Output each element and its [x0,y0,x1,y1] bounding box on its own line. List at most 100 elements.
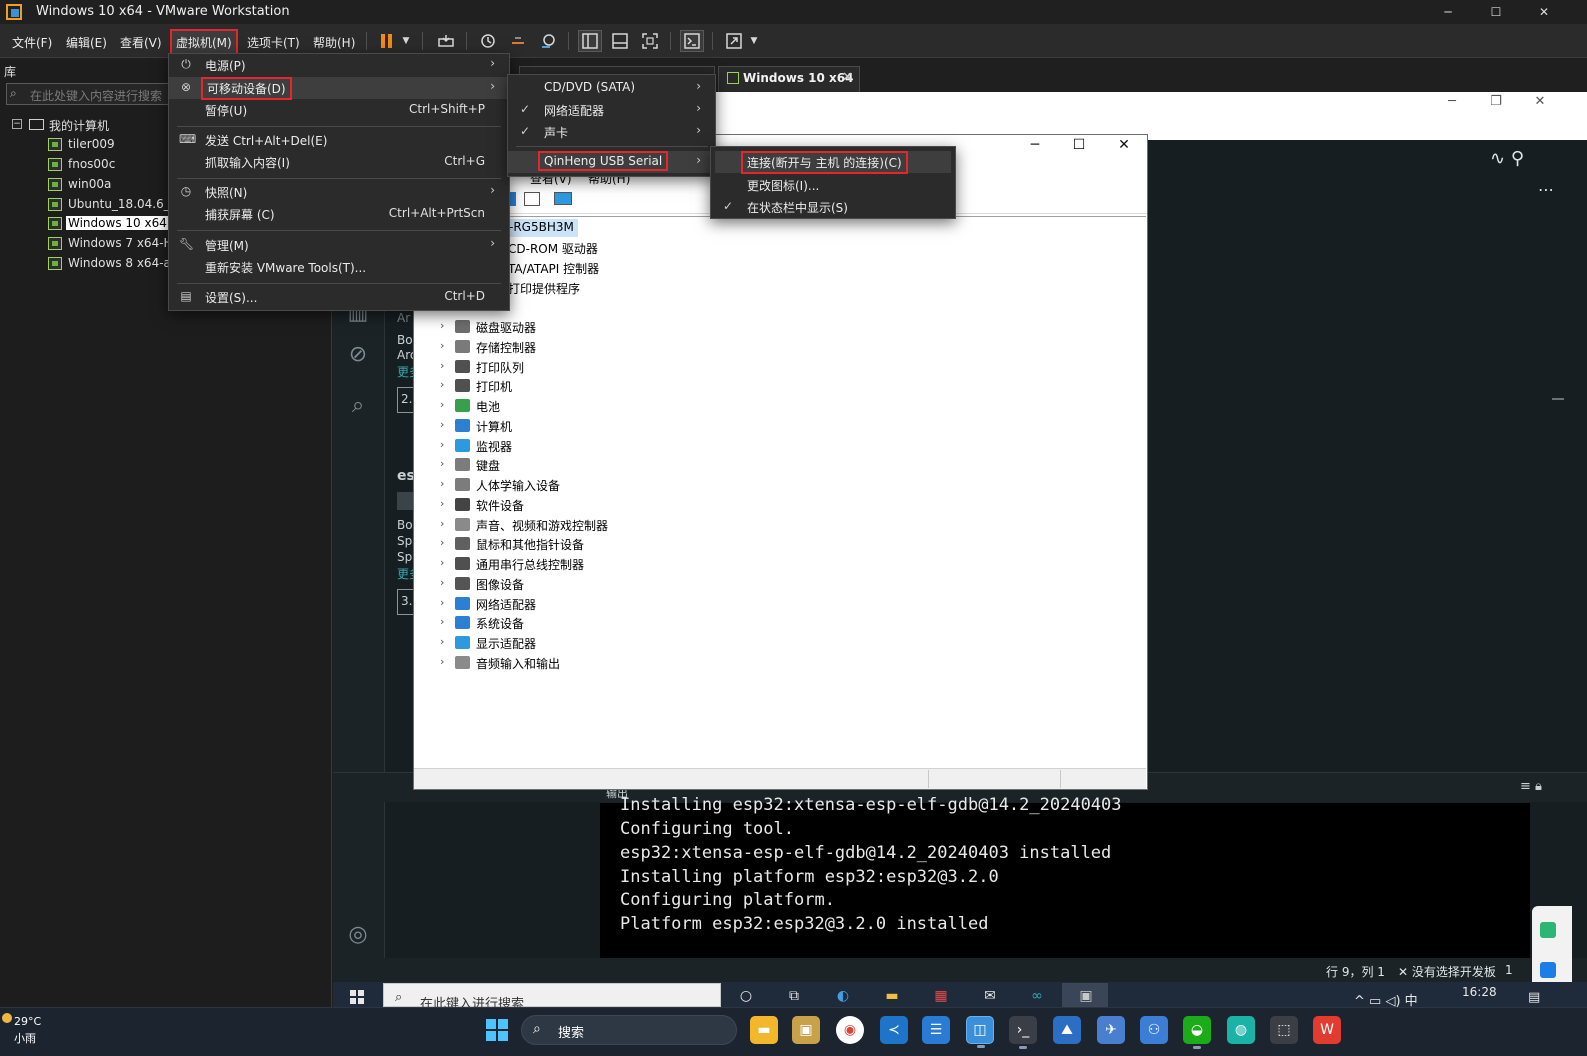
expand-chevron-icon[interactable]: › [440,319,444,332]
scan-hardware-icon[interactable] [524,192,540,206]
weather-temperature[interactable]: 29°C [14,1015,41,1028]
dm-close-button[interactable]: ✕ [1104,137,1144,159]
menu-item-qinheng-usb-serial[interactable]: QinHeng USB Serial › [508,151,715,173]
menu-edit[interactable]: 编辑(E) [62,31,111,53]
expand-chevron-icon[interactable]: › [440,556,444,569]
expand-chevron-icon[interactable]: › [440,517,444,530]
terminal-icon[interactable]: ›_ [1009,1016,1037,1049]
menu-vm[interactable]: 虚拟机(M) [170,29,238,55]
guest-minimize-button[interactable]: ─ [1432,94,1472,109]
expand-chevron-icon[interactable]: › [440,457,444,470]
tree-vm-item[interactable]: Ubuntu_18.04.6_V [0,195,178,215]
menu-view[interactable]: 查看(V) [116,31,166,53]
mail-icon[interactable]: ✉ [978,988,1002,1006]
device-manager-icon[interactable]: ▣ [1074,988,1098,1006]
menu-file[interactable]: 文件(F) [8,31,56,53]
monitor-icon[interactable] [554,192,572,205]
menu-item-manage[interactable]: 🔧︎ 管理(M) › [169,234,509,256]
stretch-dropdown-icon[interactable]: ▼ [746,30,762,52]
close-button[interactable]: ✕ [1521,0,1567,24]
revert-snapshot-icon[interactable] [506,30,530,52]
menu-item-network-adapter[interactable]: ✓ 网络适配器 › [508,99,715,121]
expand-chevron-icon[interactable]: › [440,536,444,549]
weather-icon[interactable] [2,1013,12,1023]
windows-start-icon[interactable] [486,1019,508,1041]
side-widget[interactable] [1532,906,1572,988]
maximize-button[interactable]: ☐ [1473,0,1519,24]
wechat-icon[interactable]: ◒ [1183,1016,1211,1049]
menu-item-send-cad[interactable]: ⌨ 发送 Ctrl+Alt+Del(E) [169,129,509,151]
expand-chevron-icon[interactable]: › [440,418,444,431]
network-tool-icon[interactable]: ⚇ [1140,1016,1168,1044]
dm-maximize-button[interactable]: ☐ [1059,137,1099,159]
show-library-icon[interactable] [578,30,602,52]
tab-close-icon[interactable]: ✕ [842,70,853,85]
serial-monitor-icon[interactable]: ⚲ [1511,148,1524,169]
notes-app-icon[interactable]: ▣ [792,1016,820,1044]
menu-tabs[interactable]: 选项卡(T) [243,31,304,53]
device-category[interactable]: TA/ATAPI 控制器 [508,260,599,277]
stretch-guest-icon[interactable] [722,30,746,52]
wps-icon[interactable]: W [1313,1016,1341,1044]
expand-chevron-icon[interactable]: › [440,615,444,628]
expand-chevron-icon[interactable]: › [440,398,444,411]
debug-icon[interactable]: ⊘ [344,342,372,370]
board-selector[interactable]: ✕ 没有选择开发板 [1398,963,1496,980]
menu-item-change-icon[interactable]: 更改图标(I)... [711,174,955,196]
vscode-icon[interactable]: ≺ [880,1016,908,1044]
tree-vm-item[interactable]: fnos00c [0,155,170,175]
menu-help[interactable]: 帮助(H) [309,31,359,53]
tree-vm-item[interactable]: Windows 8 x64-a [0,254,171,274]
menu-item-cd-dvd[interactable]: CD/DVD (SATA) › [508,77,715,99]
dm-minimize-button[interactable]: ─ [1015,137,1055,159]
menu-item-removable-devices[interactable]: ⊗ 可移动设备(D) › [169,77,509,100]
guest-start-icon[interactable] [350,990,364,1008]
pause-dropdown-icon[interactable]: ▼ [398,30,414,52]
tree-vm-item-selected[interactable]: Windows 10 x64 [0,214,170,234]
search-icon[interactable]: ⌕ [344,393,372,421]
menu-item-connect[interactable]: 连接(断开与 主机 的连接)(C) [715,151,951,174]
guest-clock[interactable]: 16:28 [1462,985,1497,999]
expand-chevron-icon[interactable]: › [440,655,444,668]
tree-vm-item[interactable]: Windows 7 x64-H [0,234,173,254]
tree-vm-item[interactable]: tiler009 [0,135,170,155]
expand-chevron-icon[interactable]: › [440,438,444,451]
expand-chevron-icon[interactable]: › [440,359,444,372]
arduino-icon[interactable]: ∞ [1025,988,1049,1006]
expand-chevron-icon[interactable]: › [440,576,444,589]
console-view-icon[interactable] [680,30,704,52]
device-category[interactable]: CD-ROM 驱动器 [508,240,598,257]
tree-vm-item[interactable]: win00a [0,175,170,195]
guest-restore-button[interactable]: ❐ [1476,94,1516,109]
task-view-icon[interactable]: ⧉ [782,988,806,1006]
photos-app-icon[interactable]: ⛰ [1053,1016,1081,1044]
menu-item-grab-input[interactable]: 抓取输入内容(I) Ctrl+G [169,151,509,173]
expand-chevron-icon[interactable]: › [440,378,444,391]
pause-icon[interactable] [375,30,399,52]
menu-item-sound-card[interactable]: ✓ 声卡 › [508,121,715,143]
send-keys-icon[interactable] [434,30,458,52]
store-icon[interactable]: ▦ [929,988,953,1006]
device-category[interactable]: 打印提供程序 [508,280,580,297]
thumbnail-bar-icon[interactable] [608,30,632,52]
menu-item-snapshot[interactable]: ◷ 快照(N) › [169,181,509,203]
screenshot-tool-icon[interactable]: ⬚ [1270,1016,1298,1044]
expand-chevron-icon[interactable]: › [440,596,444,609]
expand-chevron-icon[interactable]: › [440,497,444,510]
expand-chevron-icon[interactable]: › [440,339,444,352]
edge-icon[interactable]: ◐ [831,988,855,1006]
more-options-icon[interactable]: ⋯ [1538,180,1554,199]
expand-chevron-icon[interactable]: › [440,477,444,490]
snapshot-icon[interactable] [476,30,500,52]
menu-item-settings[interactable]: ▤ 设置(S)... Ctrl+D [169,286,509,308]
weather-description[interactable]: 小雨 [14,1030,36,1046]
notification-count[interactable]: 1 [1505,963,1513,977]
guest-close-button[interactable]: ✕ [1520,94,1560,109]
snapshot-manager-icon[interactable] [536,30,560,52]
menu-item-reinstall-tools[interactable]: 重新安装 VMware Tools(T)... [169,256,509,278]
expand-chevron-icon[interactable]: › [440,635,444,648]
menu-item-pause[interactable]: 暂停(U) Ctrl+Shift+P [169,99,509,121]
menu-item-capture-screen[interactable]: 捕获屏幕 (C) Ctrl+Alt+PrtScn [169,203,509,225]
cortana-icon[interactable]: ○ [734,988,758,1006]
minimize-button[interactable]: ─ [1425,0,1471,24]
